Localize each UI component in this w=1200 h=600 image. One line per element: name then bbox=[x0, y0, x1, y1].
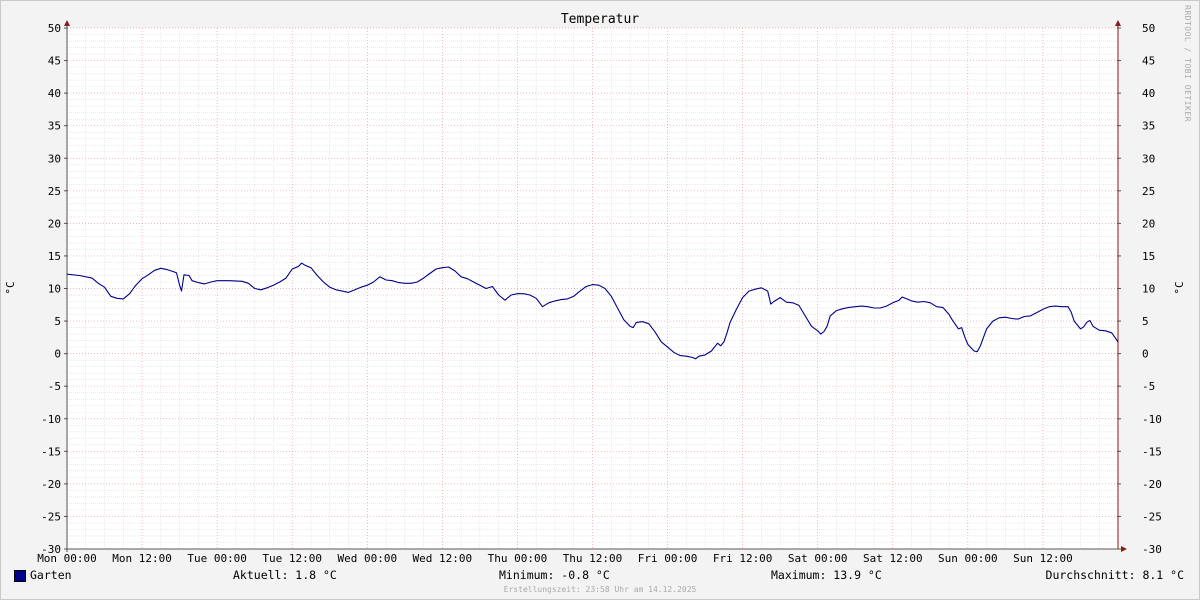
y-tick-label-left: -20 bbox=[41, 478, 61, 491]
y-tick-label-left: -5 bbox=[48, 380, 61, 393]
x-tick-label: Fri 12:00 bbox=[713, 552, 773, 565]
y-axis-arrow-right bbox=[1115, 20, 1121, 26]
y-tick-label-right: -20 bbox=[1142, 478, 1162, 491]
temperature-chart: 50454035302520151050-5-10-15-20-25-30 50… bbox=[4, 12, 1186, 565]
x-tick-label: Wed 12:00 bbox=[413, 552, 473, 565]
y-tick-label-left: -10 bbox=[41, 413, 61, 426]
y-tick-label-left: 15 bbox=[48, 250, 61, 263]
y-tick-label-right: 20 bbox=[1142, 217, 1155, 230]
y-tick-label-right: 15 bbox=[1142, 250, 1155, 263]
y-tick-label-left: 10 bbox=[48, 283, 61, 296]
y-tick-label-left: 45 bbox=[48, 55, 61, 68]
y-tick-label-left: 25 bbox=[48, 185, 61, 198]
legend-series-name: Garten bbox=[30, 568, 72, 582]
y-tick-label-left: 30 bbox=[48, 152, 61, 165]
legend-swatch-garten bbox=[14, 570, 26, 582]
x-axis-labels: Mon 00:00 Mon 12:00 Tue 00:00 Tue 12:00 Wed … bbox=[37, 552, 1073, 565]
y-tick-label-right: -30 bbox=[1142, 543, 1162, 556]
legend-minimum: Minimum: -0.8 °C bbox=[499, 568, 610, 582]
y-tick-label-left: 40 bbox=[48, 87, 61, 100]
y-tick-label-left: 35 bbox=[48, 120, 61, 133]
y-tick-label-right: 35 bbox=[1142, 120, 1155, 133]
y-tick-label-right: -5 bbox=[1142, 380, 1155, 393]
y-axis-left-labels: 50454035302520151050-5-10-15-20-25-30 bbox=[41, 22, 61, 556]
x-tick-label: Thu 12:00 bbox=[563, 552, 623, 565]
x-tick-label: Mon 12:00 bbox=[112, 552, 172, 565]
x-tick-label: Tue 00:00 bbox=[187, 552, 247, 565]
y-tick-label-left: -25 bbox=[41, 510, 61, 523]
legend-average: Durchschnitt: 8.1 °C bbox=[1045, 568, 1184, 582]
y-tick-label-right: 45 bbox=[1142, 55, 1155, 68]
y-tick-label-right: 30 bbox=[1142, 152, 1155, 165]
chart-title: Temperatur bbox=[561, 12, 639, 27]
x-axis-arrow bbox=[1121, 546, 1127, 552]
x-tick-label: Fri 00:00 bbox=[638, 552, 698, 565]
y-tick-label-right: 0 bbox=[1142, 348, 1149, 361]
y-tick-label-left: 5 bbox=[54, 315, 61, 328]
y-tick-label-left: 0 bbox=[54, 348, 61, 361]
y-tick-label-left: 20 bbox=[48, 217, 61, 230]
x-tick-label: Mon 00:00 bbox=[37, 552, 97, 565]
creation-timestamp: Erstellungszeit: 23:58 Uhr am 14.12.2025 bbox=[503, 585, 697, 594]
y-tick-label-right: -25 bbox=[1142, 510, 1162, 523]
y-tick-label-right: -10 bbox=[1142, 413, 1162, 426]
x-tick-label: Thu 00:00 bbox=[488, 552, 548, 565]
x-tick-label: Tue 12:00 bbox=[262, 552, 322, 565]
y-axis-label-right: °C bbox=[1173, 281, 1186, 294]
y-tick-label-right: 10 bbox=[1142, 283, 1155, 296]
legend-maximum: Maximum: 13.9 °C bbox=[771, 568, 882, 582]
y-axis-label-left: °C bbox=[4, 281, 17, 294]
y-tick-label-right: 50 bbox=[1142, 22, 1155, 35]
x-tick-label: Wed 00:00 bbox=[337, 552, 397, 565]
y-axis-right-labels: 50454035302520151050-5-10-15-20-25-30 bbox=[1142, 22, 1162, 556]
x-tick-label: Sat 00:00 bbox=[788, 552, 848, 565]
y-tick-label-right: 40 bbox=[1142, 87, 1155, 100]
legend-current: Aktuell: 1.8 °C bbox=[233, 568, 337, 582]
y-tick-label-left: 50 bbox=[48, 22, 61, 35]
rrdtool-watermark: RRDTOOL / TOBI OETIKER bbox=[1183, 5, 1192, 122]
y-axis-arrow-left bbox=[64, 20, 70, 26]
y-tick-label-right: -15 bbox=[1142, 445, 1162, 458]
x-tick-label: Sat 12:00 bbox=[863, 552, 923, 565]
y-tick-label-right: 5 bbox=[1142, 315, 1149, 328]
y-tick-label-right: 25 bbox=[1142, 185, 1155, 198]
x-tick-label: Sun 00:00 bbox=[938, 552, 998, 565]
y-tick-label-left: -15 bbox=[41, 445, 61, 458]
x-tick-label: Sun 12:00 bbox=[1013, 552, 1073, 565]
